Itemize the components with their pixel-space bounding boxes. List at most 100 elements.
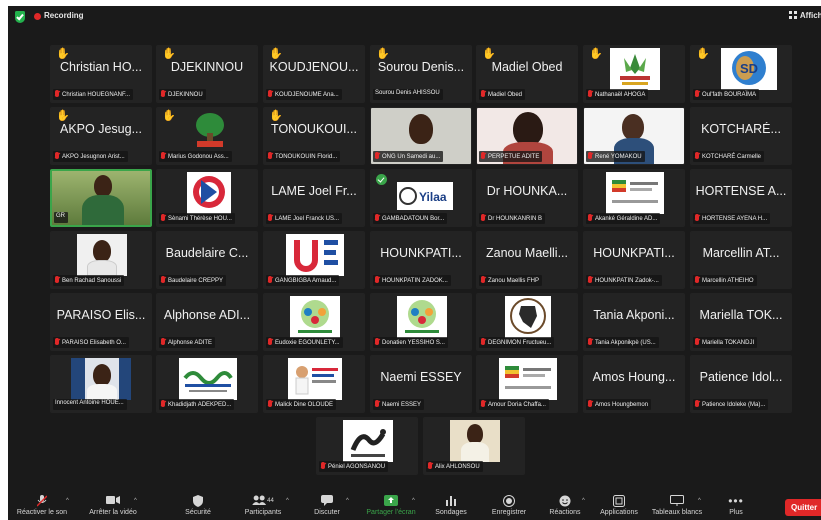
top-bar: Recording Affiche <box>8 6 821 28</box>
mic-muted-icon <box>428 462 432 469</box>
participant-tile[interactable]: ✋ Sourou Denis... Sourou Denis AHISSOU <box>370 45 472 103</box>
participant-display-name: Sourou Denis... <box>377 60 465 74</box>
participant-tile[interactable]: ✋ KOUDJENOU... KOUDJENOUME Ana... <box>263 45 365 103</box>
participant-tile[interactable]: PERPETUE ADITE <box>476 107 578 165</box>
security-shield-icon[interactable] <box>15 11 25 23</box>
participant-name-caption: Ben Rachad Sanoussi <box>53 275 125 286</box>
security-shield-icon <box>193 495 203 507</box>
participant-tile[interactable]: ✋ DJEKINNOU DJEKINNOU <box>156 45 258 103</box>
polls-chart-icon <box>445 495 457 507</box>
participant-name-caption: Innocent Antoine HOUE... <box>53 399 127 410</box>
participant-tile[interactable]: HOUNKPATI... HOUNKPATIN ZADOK... <box>370 231 472 289</box>
participant-tile[interactable]: Tania Akponi... Tania Akponikpè (US... <box>583 293 685 351</box>
share-screen-button[interactable]: Partager l'écran <box>366 492 416 520</box>
reactions-button[interactable]: Réactions <box>549 492 581 520</box>
participant-tile[interactable]: Yilaa GAMBADATOUN Bor... <box>370 169 472 227</box>
record-button[interactable]: Enregistrer <box>492 492 526 520</box>
raised-hand-icon: ✋ <box>589 48 603 60</box>
participant-tile[interactable]: LAME Joel Fr... LAME Joel Franck US... <box>263 169 365 227</box>
participant-tile[interactable]: PARAISO Elis... PARAISO Elisabeth O... <box>50 293 152 351</box>
raised-hand-icon: ✋ <box>482 48 496 60</box>
participant-name-caption: Baudelaire CREPPY <box>159 275 227 286</box>
participant-tile[interactable]: Baudelaire C... Baudelaire CREPPY <box>156 231 258 289</box>
security-button[interactable]: Sécurité <box>185 492 211 520</box>
participant-tile[interactable]: Sènami Thérèse HOU... <box>156 169 258 227</box>
stop-video-button[interactable]: Arrêter la vidéo <box>89 492 137 520</box>
participants-options-caret[interactable]: ^ <box>286 492 294 520</box>
participant-display-name: Alphonse ADI... <box>163 308 251 322</box>
participant-tile[interactable]: Alphonse ADI... Alphonse ADITE <box>156 293 258 351</box>
participant-tile[interactable]: ✋ Marius Godonou Ass... <box>156 107 258 165</box>
participant-logo-image <box>179 358 237 400</box>
participant-tile[interactable]: Alix AHLONSOU <box>423 417 525 475</box>
participant-tile[interactable]: Khadidjath ADEKPED... <box>156 355 258 413</box>
participant-tile[interactable]: Amos Houng... Amos Houngbemon <box>583 355 685 413</box>
participant-tile[interactable]: Innocent Antoine HOUE... <box>50 355 152 413</box>
participant-tile[interactable]: Akanké Géraldine AD... <box>583 169 685 227</box>
chat-bubble-icon <box>321 495 333 507</box>
mic-muted-icon <box>55 338 59 345</box>
audio-options-caret[interactable]: ^ <box>66 492 74 520</box>
participant-display-name: Amos Houng... <box>592 370 676 384</box>
participant-tile[interactable]: Dr HOUNKA... Dr HOUNKANRIN B <box>476 169 578 227</box>
whiteboards-button[interactable]: Tableaux blancs <box>652 492 702 520</box>
participant-name-caption: KOTCHARÉ Carmelle <box>693 151 765 162</box>
apps-icon <box>613 495 625 507</box>
participant-tile[interactable]: Naemi ESSEY Naemi ESSEY <box>370 355 472 413</box>
participant-tile[interactable]: GANGBIGBA Arnaud... <box>263 231 365 289</box>
participant-tile[interactable]: ✋ TONOUKOUI... TONOUKOUIN Florid... <box>263 107 365 165</box>
participant-tile[interactable]: Mariella TOK... Mariella TOKANDJI <box>690 293 792 351</box>
participant-name-caption: Nathanaël AHOGA <box>586 89 649 100</box>
raised-hand-icon: ✋ <box>696 48 710 60</box>
participant-tile[interactable]: René YOMAKOU <box>583 107 685 165</box>
mic-muted-icon <box>375 276 379 283</box>
participant-photo <box>77 234 127 276</box>
raised-hand-icon: ✋ <box>269 48 283 60</box>
participant-tile[interactable]: Marcellin AT... Marcellin ATHEIHO <box>690 231 792 289</box>
participant-display-name: Tania Akponi... <box>593 308 675 322</box>
smiley-plus-icon <box>559 495 571 507</box>
participant-display-name: AKPO Jesug... <box>60 122 142 136</box>
participant-tile[interactable]: Malick Dine OLOUDE <box>263 355 365 413</box>
participant-tile[interactable]: Amour Doria Chaffa... <box>476 355 578 413</box>
polls-button[interactable]: Sondages <box>435 492 467 520</box>
participants-count: 44 <box>267 498 274 504</box>
chevron-up-icon: ^ <box>412 498 415 504</box>
participant-tile[interactable]: HORTENSE A... HORTENSE AYENA H... <box>690 169 792 227</box>
photo-banner-left <box>71 358 85 400</box>
view-button[interactable]: Affiche <box>788 11 821 20</box>
participant-tile[interactable]: Ben Rachad Sanoussi <box>50 231 152 289</box>
participant-tile[interactable]: ✋ Madiel Obed Madiel Obed <box>476 45 578 103</box>
participant-tile-active-speaker[interactable]: GR <box>50 169 152 227</box>
participant-tile[interactable]: HOUNKPATI... HOUNKPATIN Zadok-... <box>583 231 685 289</box>
participant-display-name: KOUDJENOU... <box>269 60 359 74</box>
participant-tile[interactable]: SD ✋ Oul'fath BOURAÏMA <box>690 45 792 103</box>
participant-tile[interactable]: Zanou Maelli... Zanou Maellis FHP <box>476 231 578 289</box>
leave-meeting-button[interactable]: Quitter <box>785 499 821 516</box>
participant-name-caption: KOUDJENOUME Ana... <box>266 89 342 100</box>
participant-tile[interactable]: DEGNIMON Fructueu... <box>476 293 578 351</box>
more-button[interactable]: ••• Plus <box>724 492 748 520</box>
participant-tile[interactable]: KOTCHARÉ... KOTCHARÉ Carmelle <box>690 107 792 165</box>
mic-muted-icon <box>268 90 272 97</box>
unmute-button[interactable]: Réactiver le son <box>17 492 67 520</box>
chat-options-caret[interactable]: ^ <box>346 492 354 520</box>
participant-tile[interactable]: Péniel AGONSANOU <box>316 417 418 475</box>
participant-tile[interactable]: ONG Un Samedi au... <box>370 107 472 165</box>
participant-name-caption: GANGBIGBA Arnaud... <box>266 275 340 286</box>
participant-video-face <box>622 114 644 140</box>
video-options-caret[interactable]: ^ <box>134 492 142 520</box>
participant-logo-image <box>187 172 231 214</box>
participant-tile[interactable]: ✋ Nathanaël AHOGA <box>583 45 685 103</box>
mic-muted-icon <box>268 400 272 407</box>
participant-tile[interactable]: Patience Idol... Patience Idoleke (Ma)..… <box>690 355 792 413</box>
chat-button[interactable]: Discuter <box>314 492 340 520</box>
participant-display-name: Mariella TOK... <box>699 308 783 322</box>
participant-tile[interactable]: ✋ Christian HO... Christian HOUEGNANF... <box>50 45 152 103</box>
participants-button[interactable]: 44 Participants <box>245 492 281 520</box>
participant-tile[interactable]: Eudoxie EGOUNLETY... <box>263 293 365 351</box>
mic-muted-icon <box>268 276 272 283</box>
apps-button[interactable]: Applications <box>600 492 638 520</box>
participant-tile[interactable]: ✋ AKPO Jesug... AKPO Jesugnon Arist... <box>50 107 152 165</box>
participant-tile[interactable]: Donatien YESSIHO S... <box>370 293 472 351</box>
